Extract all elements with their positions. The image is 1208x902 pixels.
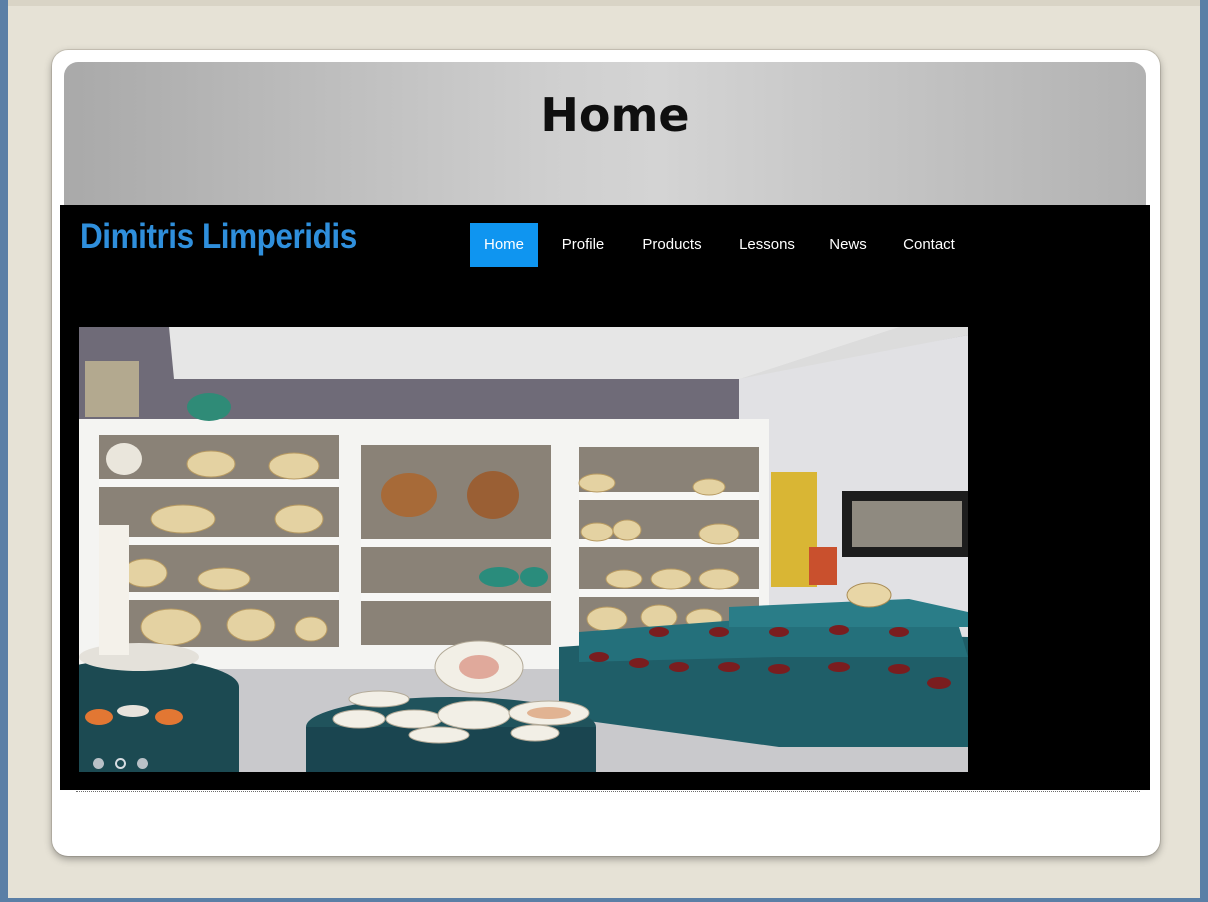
site-brand-logo[interactable]: Dimitris Limperidis [80,217,357,257]
window-bottom-border [0,898,1208,902]
nav-products[interactable]: Products [632,223,712,267]
nav-contact[interactable]: Contact [890,223,968,267]
slider-dot-2[interactable] [115,758,126,769]
website-preview: Dimitris Limperidis Home Profile Product… [60,205,1150,790]
nav-lessons[interactable]: Lessons [728,223,806,267]
page-title: Home [540,88,690,142]
hero-slider-image[interactable] [79,327,968,772]
nav-home[interactable]: Home [470,223,538,267]
window-right-border [1200,0,1208,902]
dotted-divider [76,791,1140,792]
slider-dot-3[interactable] [137,758,148,769]
slider-dot-1[interactable] [93,758,104,769]
nav-news[interactable]: News [820,223,876,267]
window-left-border [0,0,8,902]
window-top-border [0,0,1208,6]
nav-profile[interactable]: Profile [550,223,616,267]
ceramics-gallery-photo [79,327,968,772]
